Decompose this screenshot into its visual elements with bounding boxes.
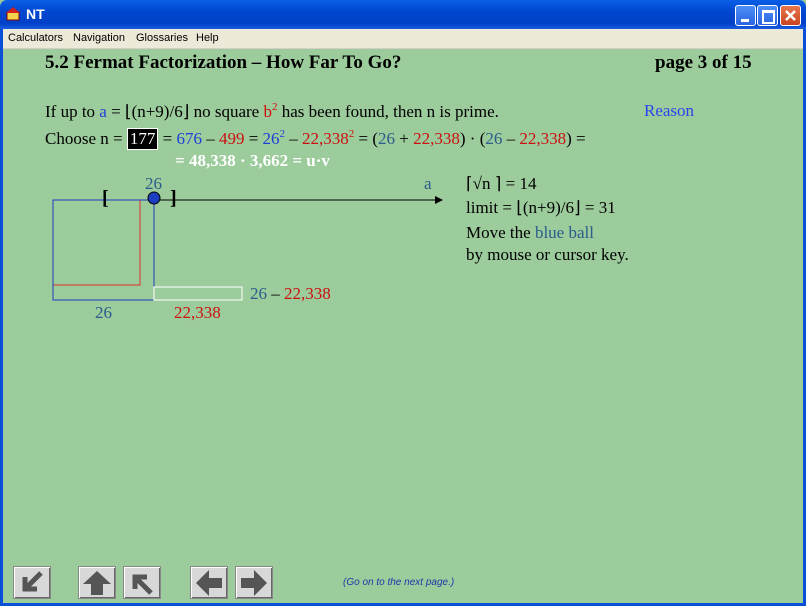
n-input[interactable]: 177 xyxy=(126,128,159,150)
arrow-down-left-icon xyxy=(22,571,43,592)
statement-text: = ⌊(n+9)/6⌋ no square xyxy=(106,102,264,121)
red-square xyxy=(52,199,141,286)
page-title: 5.2 Fermat Factorization – How Far To Go… xyxy=(45,52,402,73)
menu-calculators[interactable]: Calculators xyxy=(8,32,63,44)
value-499: 499 xyxy=(218,129,245,148)
equation-line: Choose n = 177 = 676 – 499 = 262 – 22,33… xyxy=(45,128,586,150)
value-26: 26 xyxy=(485,129,503,148)
close-button[interactable] xyxy=(780,5,801,26)
eq-text: = xyxy=(175,151,189,170)
maximize-icon xyxy=(762,10,775,24)
eq-text: ) = xyxy=(566,129,586,148)
eq-text: + xyxy=(395,129,414,148)
value-22338-squared: 22,3382 xyxy=(302,128,355,148)
arrow-left-icon xyxy=(196,570,222,596)
eq-text: – xyxy=(285,129,303,148)
close-icon xyxy=(785,10,796,21)
prime-statement: If up to a = ⌊(n+9)/6⌋ no square b2 has … xyxy=(45,101,499,122)
nav-first-button[interactable] xyxy=(13,566,51,599)
menu-bar: Calculators Navigation Glossaries Help xyxy=(0,29,806,49)
instruction-line2: by mouse or cursor key. xyxy=(466,245,629,264)
maximize-button[interactable] xyxy=(757,5,778,26)
value-22338: 22,338 xyxy=(413,129,460,148)
choose-label: Choose n = xyxy=(45,129,127,148)
value-676: 676 xyxy=(176,129,202,148)
app-icon xyxy=(6,7,20,21)
value-22338: 22,338 xyxy=(519,129,567,148)
value-26: 26 xyxy=(378,129,396,148)
var-b-squared: b2 xyxy=(263,101,278,121)
nav-up-button[interactable] xyxy=(78,566,116,599)
ball-value: 26 xyxy=(145,174,162,193)
blue-side-label: 26 xyxy=(95,303,112,322)
minimize-button[interactable] xyxy=(735,5,756,26)
instruction-line1: Move the blue ball xyxy=(466,223,594,242)
page-number: page 3 of 15 xyxy=(655,52,752,73)
bracket-left: [ xyxy=(102,187,109,209)
menu-navigation[interactable]: Navigation xyxy=(73,32,125,44)
white-rect xyxy=(153,286,243,301)
eq-text: ) · ( xyxy=(459,129,486,148)
menu-glossaries[interactable]: Glossaries xyxy=(136,32,188,44)
menu-help[interactable]: Help xyxy=(196,32,219,44)
title-bar: NT xyxy=(0,0,806,29)
footer-hint: (Go on to the next page.) xyxy=(343,577,455,588)
statement-text: has been found, then n is prime. xyxy=(277,102,499,121)
window-frame-left xyxy=(0,29,3,606)
var-a: a xyxy=(99,102,107,121)
arrow-right-icon xyxy=(241,570,267,596)
factor-line: = 48,338 · 3,662 = u·v xyxy=(175,151,330,171)
window-title: NT xyxy=(26,6,45,22)
eq-text: = xyxy=(158,129,177,148)
eq-text: = xyxy=(244,129,263,148)
factor-result: 48,338 · 3,662 = u·v xyxy=(188,151,330,170)
value-26-squared: 262 xyxy=(262,128,286,148)
limit-info: limit = ⌊(n+9)/6⌋ = 31 xyxy=(466,198,616,217)
statement-text: If up to xyxy=(45,102,100,121)
nav-up-left-button[interactable] xyxy=(123,566,161,599)
difference-label: 26 – 22,338 xyxy=(250,284,331,303)
axis-label-a: a xyxy=(424,174,432,193)
eq-text: – xyxy=(201,129,219,148)
arrow-up-left-icon xyxy=(132,574,153,595)
nav-next-button[interactable] xyxy=(235,566,273,599)
axis-arrow-icon xyxy=(435,196,443,204)
eq-text: = ( xyxy=(354,129,379,148)
nav-prev-button[interactable] xyxy=(190,566,228,599)
red-side-label: 22,338 xyxy=(174,303,221,322)
bracket-right: ] xyxy=(170,187,177,209)
minimize-icon xyxy=(741,19,749,22)
eq-text: – xyxy=(502,129,520,148)
reason-link[interactable]: Reason xyxy=(644,101,694,121)
sqrt-info: ⌈√n ⌉ = 14 xyxy=(466,174,537,193)
arrow-up-icon xyxy=(83,571,111,595)
